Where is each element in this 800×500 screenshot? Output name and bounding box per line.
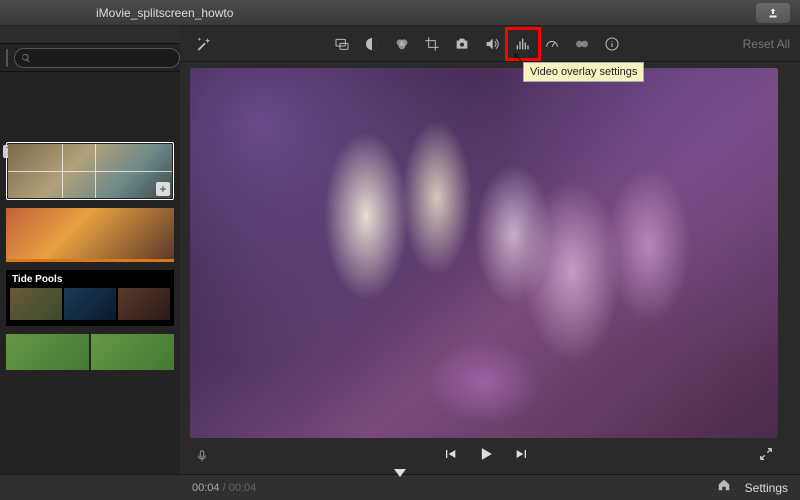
crop-icon (424, 36, 440, 52)
home-button[interactable] (717, 478, 731, 497)
transport-controls (442, 444, 530, 469)
color-correction-button[interactable] (388, 30, 416, 58)
home-icon (717, 478, 731, 492)
theme-thumb-label (118, 320, 170, 322)
expand-icon (758, 446, 774, 462)
media-browser-panel: 7.5s + Tide Pools (0, 26, 180, 474)
speed-icon (544, 36, 560, 52)
media-browser-header (0, 26, 180, 44)
color-correction-icon (394, 36, 410, 52)
search-field[interactable] (31, 52, 173, 64)
volume-button[interactable] (478, 30, 506, 58)
current-time: 00:04 (192, 482, 220, 494)
clip-row (6, 334, 174, 370)
color-balance-icon (364, 36, 380, 52)
search-input[interactable] (14, 48, 180, 68)
filters-button[interactable] (568, 30, 596, 58)
share-icon (767, 7, 779, 19)
clip-thumbnail-selected[interactable]: 7.5s + (6, 142, 174, 200)
theme-thumb[interactable] (64, 288, 116, 320)
imovie-window: iMovie_splitscreen_howto 7.5s (0, 0, 800, 500)
titlebar: iMovie_splitscreen_howto (0, 0, 800, 26)
settings-button[interactable]: Settings (745, 481, 788, 495)
info-icon (604, 36, 620, 52)
total-time: 00:04 (229, 482, 257, 494)
fullscreen-button[interactable] (758, 446, 778, 466)
enhance-button[interactable] (190, 31, 216, 57)
video-frame-preview (190, 68, 778, 438)
stabilization-button[interactable] (448, 30, 476, 58)
tooltip: Video overlay settings (523, 62, 644, 82)
clip-thumbnails: 7.5s + Tide Pools (0, 72, 180, 474)
video-overlay-settings-icon (334, 36, 350, 52)
color-balance-button[interactable] (358, 30, 386, 58)
speed-button[interactable] (538, 30, 566, 58)
theme-thumb-label (10, 320, 62, 322)
theme-title: Tide Pools (10, 274, 170, 285)
clip-thumbnail[interactable] (6, 208, 174, 262)
theme-card[interactable]: Tide Pools (6, 270, 174, 326)
prev-frame-button[interactable] (442, 446, 458, 467)
skip-forward-icon (514, 446, 530, 462)
video-viewer[interactable] (190, 68, 778, 438)
play-button[interactable] (476, 444, 496, 469)
microphone-icon (195, 449, 209, 463)
next-frame-button[interactable] (514, 446, 530, 467)
play-icon (476, 444, 496, 464)
magic-wand-icon (195, 36, 211, 52)
theme-thumb[interactable] (10, 288, 62, 320)
filters-icon (574, 36, 590, 52)
playhead-time: 00:04 / 00:04 (192, 482, 256, 494)
video-overlay-settings-button[interactable] (328, 30, 356, 58)
volume-icon (484, 36, 500, 52)
viewer-controls (180, 438, 800, 474)
search-row (0, 44, 180, 72)
share-button[interactable] (756, 3, 790, 23)
timeline-bar: 00:04 / 00:04 Settings (0, 474, 800, 500)
clip-thumbnail[interactable] (91, 334, 174, 370)
stabilization-icon (454, 36, 470, 52)
viewer-panel: Reset All Video overlay settings (180, 26, 800, 474)
theme-thumb-label (64, 320, 116, 322)
playhead-marker[interactable] (394, 469, 406, 477)
view-toggle[interactable] (6, 49, 8, 67)
theme-thumb[interactable] (118, 288, 170, 320)
search-icon (21, 53, 31, 63)
reset-all-button[interactable]: Reset All (743, 37, 790, 51)
crop-button[interactable] (418, 30, 446, 58)
info-button[interactable] (598, 30, 626, 58)
adjust-toolbar: Reset All (180, 26, 800, 62)
voiceover-button[interactable] (190, 444, 214, 468)
skip-back-icon (442, 446, 458, 462)
project-title: iMovie_splitscreen_howto (96, 6, 233, 20)
clip-thumbnail[interactable] (6, 334, 89, 370)
add-clip-icon[interactable]: + (156, 182, 170, 196)
